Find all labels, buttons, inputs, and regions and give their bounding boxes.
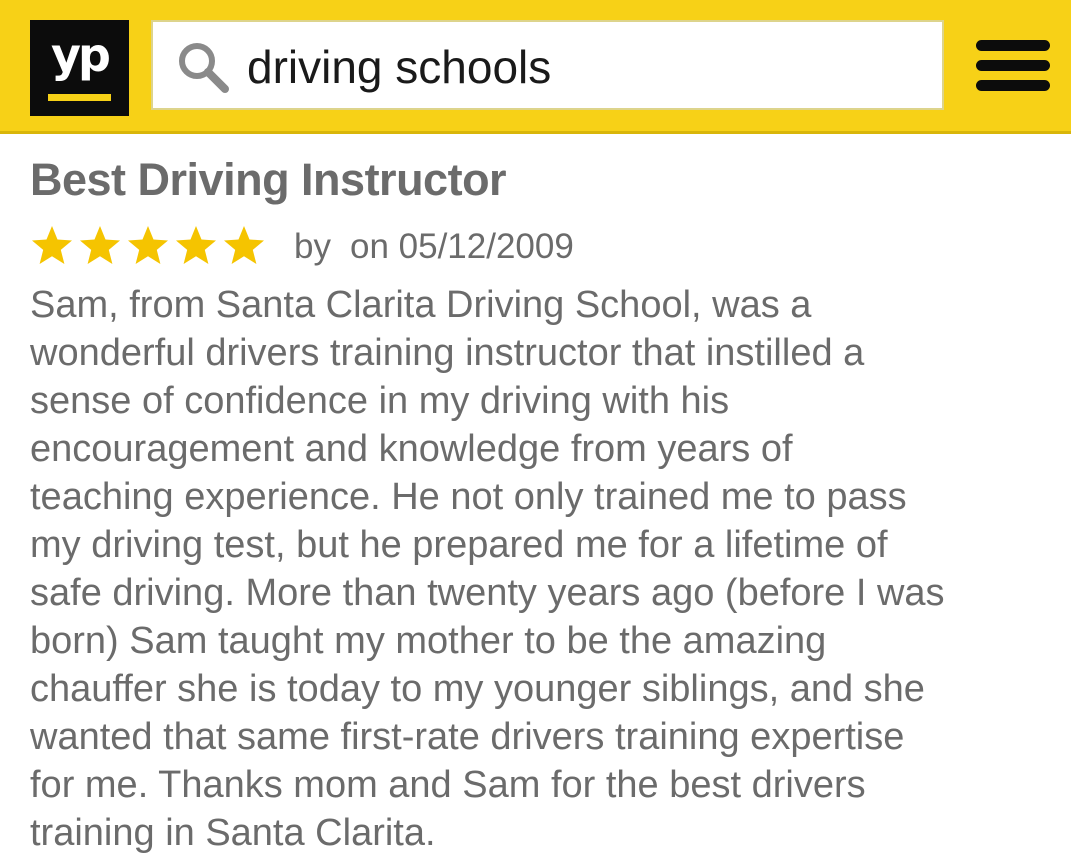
review-line: sense of confidence in my driving with h… xyxy=(30,380,730,422)
review-title: Best Driving Instructor xyxy=(30,154,507,205)
review-line: chauffer she is today to my younger sibl… xyxy=(30,668,925,710)
review-line: safe driving. More than twenty years ago… xyxy=(30,572,945,614)
review-by-label: by xyxy=(294,227,331,266)
review-date: on 05/12/2009 xyxy=(350,227,574,266)
review-meta: by on 05/12/2009 xyxy=(30,222,830,272)
yp-logo[interactable]: yp xyxy=(30,20,129,116)
review-line: wonderful drivers training instructor th… xyxy=(30,332,865,374)
logo-underline xyxy=(48,94,111,101)
menu-icon[interactable] xyxy=(976,36,1050,96)
star-icon xyxy=(32,226,72,264)
review-line: Sam, from Santa Clarita Driving School, … xyxy=(30,284,812,326)
review-line: for me. Thanks mom and Sam for the best … xyxy=(30,764,866,806)
search-query[interactable]: driving schools xyxy=(247,37,551,97)
star-rating xyxy=(30,224,270,268)
review-line: wanted that same first-rate drivers trai… xyxy=(30,716,905,758)
review-line: teaching experience. He not only trained… xyxy=(30,476,907,518)
search-input[interactable]: driving schools xyxy=(151,20,944,110)
review-line: training in Santa Clarita. xyxy=(30,812,436,854)
review-line: encouragement and knowledge from years o… xyxy=(30,428,793,470)
review-line: born) Sam taught my mother to be the ama… xyxy=(30,620,827,662)
review-line: my driving test, but he prepared me for … xyxy=(30,524,888,566)
star-icon xyxy=(128,226,168,264)
star-icon xyxy=(224,226,264,264)
search-icon xyxy=(179,43,229,93)
logo-text: yp xyxy=(51,28,111,82)
menu-bar xyxy=(976,60,1050,71)
star-icon xyxy=(176,226,216,264)
menu-bar xyxy=(976,40,1050,51)
app-header: yp driving schools xyxy=(0,0,1071,134)
star-icon xyxy=(80,226,120,264)
menu-bar xyxy=(976,80,1050,91)
review-body: Sam, from Santa Clarita Driving School, … xyxy=(30,281,1065,857)
